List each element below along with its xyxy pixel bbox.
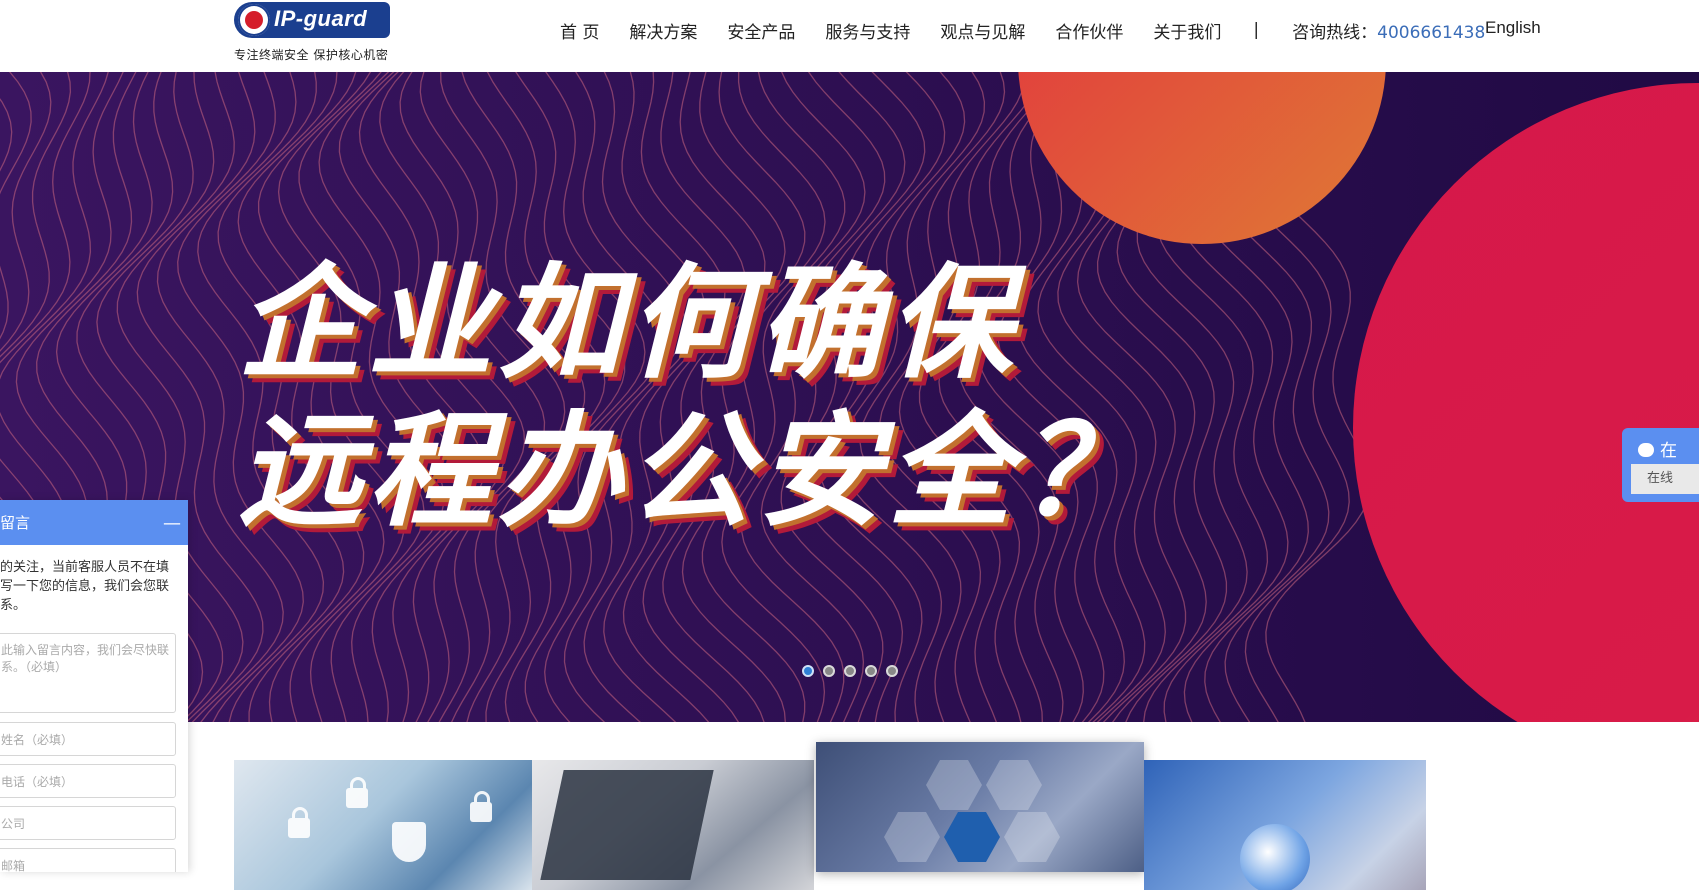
logo-eye-icon (238, 4, 270, 36)
laptop-screen-image (540, 770, 714, 880)
feature-cards (234, 742, 1426, 890)
banner-title-line-2: 远程办公安全？ (238, 400, 1149, 544)
nav-about[interactable]: 关于我们 (1153, 18, 1221, 43)
carousel-dots (802, 665, 907, 677)
logo-text: IP-guard (274, 6, 368, 31)
carousel-dot-1[interactable] (802, 665, 814, 677)
nav-partners[interactable]: 合作伙伴 (1055, 18, 1123, 43)
hero-banner[interactable]: 企业如何确保 远程办公安全？ (0, 72, 1699, 722)
network-icon (1004, 812, 1060, 862)
card-data-security[interactable] (234, 760, 532, 890)
carousel-dot-2[interactable] (823, 665, 835, 677)
message-notice: 的关注，当前客服人员不在填写一下您的信息，我们会您联系。 (0, 560, 170, 613)
nav-separator: | (1253, 20, 1260, 40)
logo-slogan: 专注终端安全 保护核心机密 (234, 48, 389, 62)
card-network-security[interactable] (816, 742, 1144, 872)
mobile-icon (884, 812, 940, 862)
minimize-icon[interactable]: — (163, 513, 181, 534)
banner-title-line-1: 企业如何确保 (238, 252, 1019, 396)
carousel-dot-4[interactable] (865, 665, 877, 677)
company-placeholder: 公司 (1, 817, 26, 831)
name-placeholder: 姓名（必填） (1, 733, 74, 747)
hotline-number[interactable]: 4006661438 (1377, 23, 1485, 43)
chat-bubble-icon (1638, 443, 1654, 457)
nav-solutions[interactable]: 解决方案 (629, 18, 697, 43)
site-logo[interactable]: IP-guard 专注终端安全 保护核心机密 (232, 2, 392, 64)
site-header: IP-guard 专注终端安全 保护核心机密 首 页 解决方案 安全产品 服务与… (0, 0, 1699, 72)
globe-icon (1240, 824, 1310, 890)
phone-placeholder: 电话（必填） (1, 775, 74, 789)
carousel-dot-3[interactable] (844, 665, 856, 677)
chat-tab-button[interactable]: 在线 (1631, 464, 1699, 494)
lock-icon (346, 777, 368, 808)
name-field[interactable]: 姓名（必填） (0, 722, 176, 756)
lock-icon (288, 807, 310, 838)
message-content-textarea[interactable]: 此输入留言内容，我们会尽快联系。（必填） (0, 633, 176, 713)
lock-icon (470, 791, 492, 822)
banner-title: 企业如何确保 远程办公安全？ (238, 250, 1148, 546)
company-field[interactable]: 公司 (0, 806, 176, 840)
card-laptop-work[interactable] (532, 760, 814, 890)
logo-badge: IP-guard (234, 2, 390, 38)
email-field[interactable]: 邮箱 (0, 848, 176, 872)
database-icon (926, 760, 982, 810)
nav-services[interactable]: 服务与支持 (825, 18, 910, 43)
message-content-placeholder: 此输入留言内容，我们会尽快联系。（必填） (1, 643, 170, 674)
chat-tab-label: 在 (1638, 436, 1677, 461)
online-chat-tab[interactable]: 在 在线 (1622, 428, 1699, 502)
card-global-network[interactable] (1144, 760, 1426, 890)
language-switch[interactable]: English (1485, 18, 1541, 38)
main-nav: 首 页 解决方案 安全产品 服务与支持 观点与见解 合作伙伴 关于我们 | 咨询… (560, 0, 1485, 60)
nav-products[interactable]: 安全产品 (727, 18, 795, 43)
leave-message-panel: 留言 — 的关注，当前客服人员不在填写一下您的信息，我们会您联系。 此输入留言内… (0, 500, 188, 872)
phone-field[interactable]: 电话（必填） (0, 764, 176, 798)
monitor-icon (986, 760, 1042, 810)
nav-home[interactable]: 首 页 (560, 18, 599, 43)
chat-tab-text: 在 (1660, 441, 1677, 461)
nav-insights[interactable]: 观点与见解 (940, 18, 1025, 43)
message-panel-header: 留言 — (0, 500, 188, 545)
message-panel-title: 留言 (0, 514, 31, 532)
lock-icon (944, 812, 1000, 862)
email-placeholder: 邮箱 (1, 859, 26, 872)
hotline-label: 咨询热线： (1292, 22, 1378, 43)
carousel-dot-5[interactable] (886, 665, 898, 677)
hotline: 咨询热线：4006661438 (1292, 18, 1485, 43)
shield-icon (392, 822, 426, 862)
